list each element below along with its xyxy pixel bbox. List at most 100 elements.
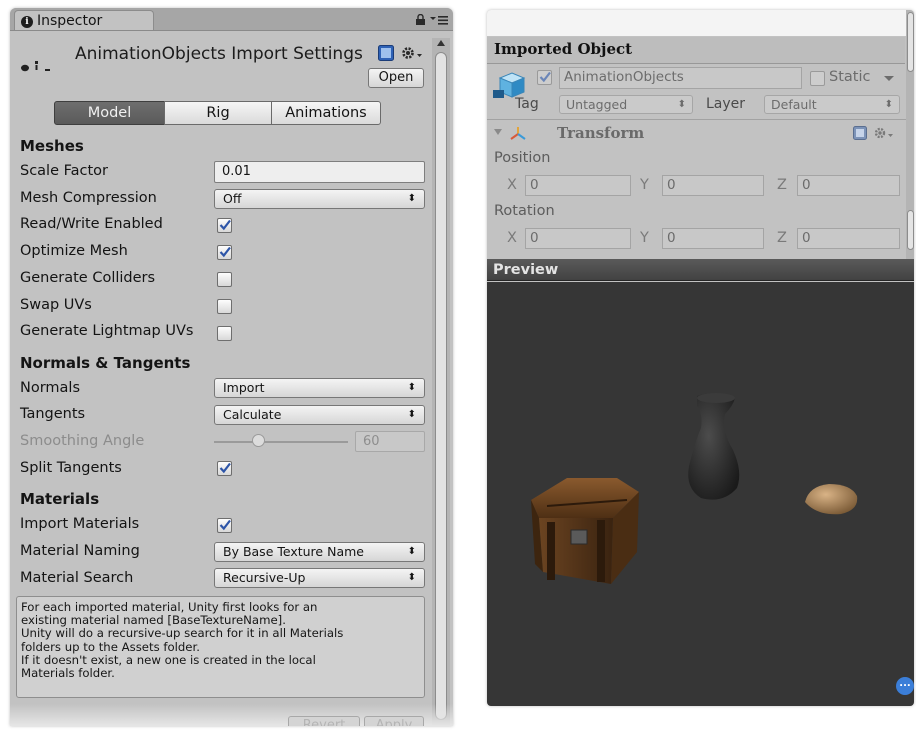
position-label: Position — [494, 150, 551, 166]
smoothing-angle-slider[interactable] — [214, 441, 348, 443]
import-settings-title: AnimationObjects Import Settings — [75, 44, 363, 64]
position-z-field[interactable]: 0 — [797, 175, 900, 196]
checkmark-icon — [219, 462, 231, 474]
optimize-mesh-checkbox[interactable] — [217, 245, 232, 260]
object-name-field[interactable]: AnimationObjects — [559, 67, 802, 89]
lightmap-uvs-label: Generate Lightmap UVs — [20, 323, 194, 339]
normals-value: Import — [223, 380, 265, 395]
lightmap-uvs-checkbox[interactable] — [217, 326, 232, 341]
read-write-checkbox[interactable] — [217, 218, 232, 233]
treasure-chest-object — [531, 478, 639, 584]
apply-button[interactable]: Apply — [364, 716, 424, 726]
smoothing-angle-label: Smoothing Angle — [20, 433, 145, 449]
open-button[interactable]: Open — [368, 68, 424, 88]
imported-object-title: Imported Object — [494, 40, 633, 58]
mesh-compression-dropdown[interactable]: Off ⬍ — [214, 189, 425, 209]
inspector-tab-label: Inspector — [37, 13, 103, 29]
tangents-dropdown[interactable]: Calculate ⬍ — [214, 405, 425, 425]
dropdown-arrows-icon: ⬍ — [407, 382, 416, 393]
help-text-line: Unity will do a recursive-up search for … — [21, 626, 344, 641]
top-blank-strip — [487, 10, 914, 36]
info-icon: i — [21, 16, 33, 28]
material-naming-dropdown[interactable]: By Base Texture Name ⬍ — [214, 542, 425, 562]
static-dropdown-arrow-icon[interactable] — [884, 75, 894, 83]
read-write-label: Read/Write Enabled — [20, 216, 163, 232]
smoothing-angle-input[interactable]: 60 — [355, 431, 425, 452]
normals-tangents-heading: Normals & Tangents — [20, 354, 191, 372]
vase-object — [688, 393, 740, 500]
layer-value: Default — [771, 97, 817, 112]
position-z-label: Z — [777, 177, 787, 193]
tangents-label: Tangents — [20, 406, 86, 422]
preview-options-icon[interactable]: ... — [896, 677, 914, 695]
gear-icon[interactable] — [873, 126, 895, 140]
checkmark-icon — [219, 219, 231, 231]
gear-icon[interactable] — [400, 45, 424, 61]
preview-scene — [531, 393, 858, 584]
inspector-scroll-thumb[interactable] — [435, 52, 447, 720]
lock-icon[interactable] — [415, 14, 427, 26]
import-materials-checkbox[interactable] — [217, 518, 232, 533]
rotation-y-label: Y — [640, 230, 649, 246]
dropdown-arrows-icon: ⬍ — [407, 193, 416, 204]
checkmark-icon — [539, 71, 551, 83]
tag-label: Tag — [515, 96, 539, 112]
static-checkbox[interactable] — [810, 71, 825, 86]
scale-factor-label: Scale Factor — [20, 163, 109, 179]
material-help-box: For each imported material, Unity first … — [16, 596, 425, 698]
transform-label: Transform — [557, 124, 645, 142]
rotation-y-field[interactable]: 0 — [662, 228, 764, 249]
tab-rig[interactable]: Rig — [164, 101, 272, 125]
rotation-z-field[interactable]: 0 — [797, 228, 900, 249]
rotation-label: Rotation — [494, 203, 555, 219]
transform-axis-icon — [510, 127, 526, 140]
preview-viewport[interactable]: ... — [487, 282, 914, 706]
object-scroll-thumb[interactable] — [907, 12, 914, 72]
split-tangents-checkbox[interactable] — [217, 461, 232, 476]
split-tangents-label: Split Tangents — [20, 460, 122, 476]
optimize-mesh-label: Optimize Mesh — [20, 243, 128, 259]
static-label: Static — [829, 69, 871, 85]
layer-dropdown[interactable]: Default ⬍ — [764, 95, 900, 114]
tab-inspector[interactable]: i Inspector — [14, 10, 154, 30]
swap-uvs-checkbox[interactable] — [217, 299, 232, 314]
mesh-compression-label: Mesh Compression — [20, 190, 157, 206]
revert-button[interactable]: Revert — [288, 716, 360, 726]
checkmark-icon — [219, 246, 231, 258]
tangents-value: Calculate — [223, 407, 282, 422]
checkmark-icon — [219, 519, 231, 531]
tab-menu-icon[interactable] — [430, 15, 448, 25]
position-y-label: Y — [640, 177, 649, 193]
divider — [487, 119, 906, 120]
tab-model[interactable]: Model — [54, 101, 165, 125]
tab-animations[interactable]: Animations — [271, 101, 381, 125]
object-scroll-thumb-lower[interactable] — [907, 210, 914, 250]
material-search-label: Material Search — [20, 570, 134, 586]
preview-header[interactable]: Preview — [487, 259, 914, 281]
help-icon[interactable] — [853, 126, 867, 140]
position-y-field[interactable]: 0 — [662, 175, 764, 196]
dropdown-arrows-icon: ⬍ — [407, 546, 416, 557]
imported-object-inspector: Imported Object AnimationObjects Static … — [487, 10, 914, 706]
swap-uvs-label: Swap UVs — [20, 297, 92, 313]
help-icon[interactable] — [378, 45, 394, 61]
tag-dropdown[interactable]: Untagged ⬍ — [559, 95, 693, 114]
rotation-x-field[interactable]: 0 — [525, 228, 631, 249]
rotation-x-label: X — [507, 230, 517, 246]
import-materials-label: Import Materials — [20, 516, 140, 532]
generate-colliders-label: Generate Colliders — [20, 270, 156, 286]
material-naming-label: Material Naming — [20, 543, 140, 559]
help-text-line: folders up to the Assets folder. — [21, 639, 200, 654]
generate-colliders-checkbox[interactable] — [217, 272, 232, 287]
scale-factor-input[interactable]: 0.01 — [214, 161, 425, 183]
smoothing-angle-slider-knob[interactable] — [252, 434, 266, 447]
position-x-field[interactable]: 0 — [525, 175, 631, 196]
dropdown-arrows-icon: ⬍ — [677, 99, 686, 110]
tag-value: Untagged — [566, 97, 628, 112]
material-search-dropdown[interactable]: Recursive-Up ⬍ — [214, 568, 425, 588]
active-checkbox[interactable] — [537, 70, 552, 85]
normals-dropdown[interactable]: Import ⬍ — [214, 378, 425, 398]
foldout-arrow-icon[interactable] — [493, 127, 503, 137]
scroll-up-arrow-icon[interactable] — [436, 38, 446, 48]
mesh-compression-value: Off — [223, 191, 242, 206]
